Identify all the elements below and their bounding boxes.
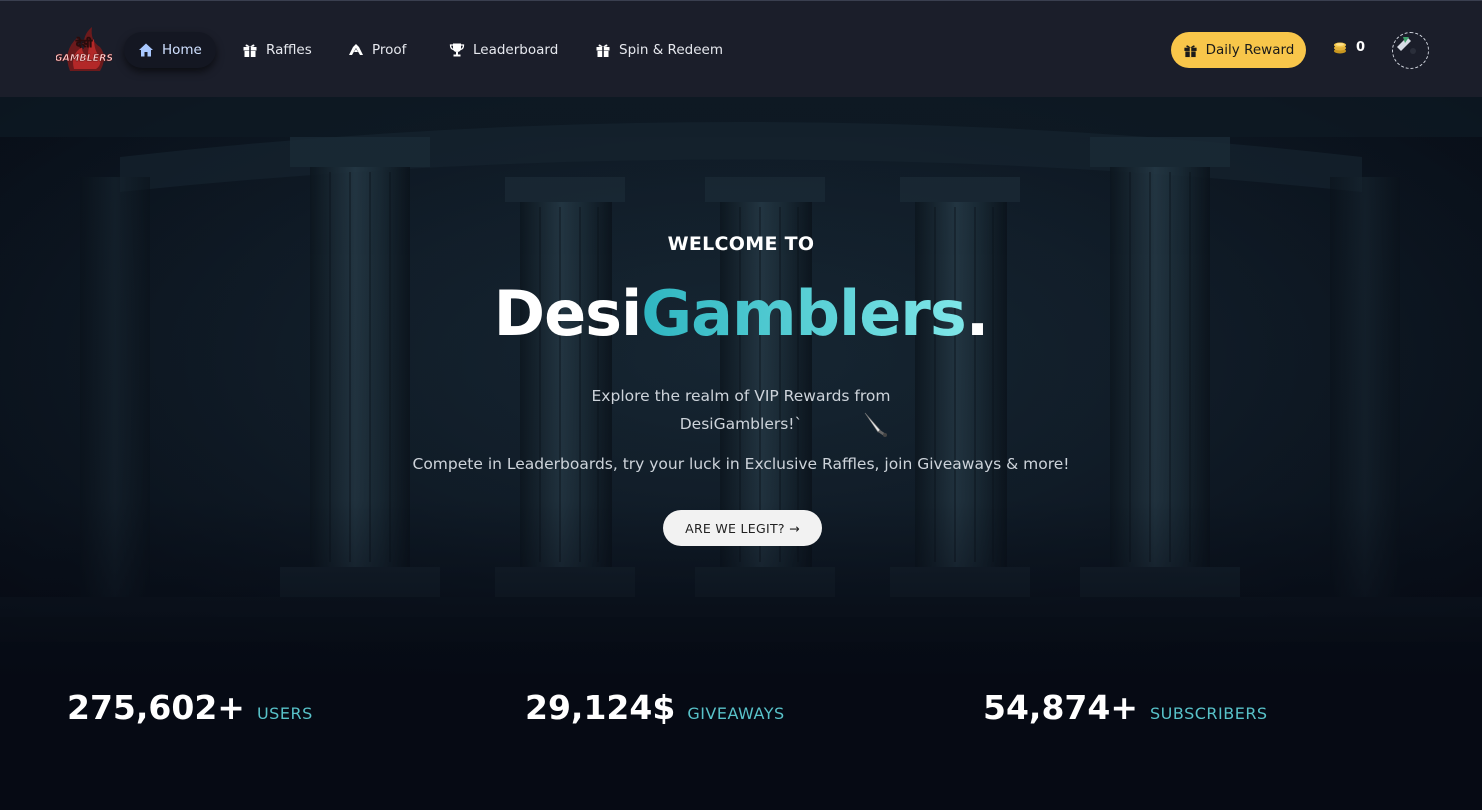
stats-bar: 275,602+ USERS 29,124$ GIVEAWAYS 54,874+… bbox=[0, 674, 1482, 810]
gift-icon bbox=[243, 44, 257, 57]
brand-title: DesiGamblers. bbox=[0, 277, 1482, 350]
brand-gamblers: Gamblers bbox=[641, 277, 966, 350]
home-icon bbox=[139, 43, 153, 57]
nav-spin-redeem-label: Spin & Redeem bbox=[619, 42, 723, 58]
coin-balance[interactable]: 0 bbox=[1332, 39, 1365, 55]
avatar[interactable] bbox=[1392, 32, 1429, 69]
top-navbar: देसी GAMBLERS Home Raffles Proof Leaderb… bbox=[0, 0, 1482, 97]
coin-count: 0 bbox=[1356, 39, 1366, 55]
svg-text:GAMBLERS: GAMBLERS bbox=[56, 53, 112, 64]
stat-users-value: 275,602+ bbox=[67, 688, 245, 727]
stat-subscribers-value: 54,874+ bbox=[983, 688, 1138, 727]
are-we-legit-button[interactable]: ARE WE LEGIT? → bbox=[663, 510, 822, 546]
welcome-heading: WELCOME TO bbox=[667, 233, 815, 255]
handshake-icon bbox=[349, 44, 363, 55]
svg-text:देसी: देसी bbox=[75, 36, 93, 50]
trophy-icon bbox=[449, 43, 465, 57]
stat-giveaways: 29,124$ GIVEAWAYS bbox=[525, 688, 785, 727]
hero-subtitle: Compete in Leaderboards, try your luck i… bbox=[412, 455, 1070, 473]
nav-leaderboard[interactable]: Leaderboard bbox=[435, 32, 572, 68]
nav-proof[interactable]: Proof bbox=[334, 32, 420, 68]
nav-raffles[interactable]: Raffles bbox=[228, 32, 326, 68]
gift-icon bbox=[1184, 44, 1197, 57]
nav-spin-redeem[interactable]: Spin & Redeem bbox=[581, 32, 737, 68]
sword-cursor-icon bbox=[864, 412, 887, 437]
avatar-image bbox=[1397, 37, 1416, 54]
daily-reward-label: Daily Reward bbox=[1205, 42, 1295, 58]
daily-reward-button[interactable]: Daily Reward bbox=[1171, 32, 1306, 68]
stat-users: 275,602+ USERS bbox=[67, 688, 313, 727]
brand-dot: . bbox=[965, 277, 990, 350]
stat-giveaways-value: 29,124$ bbox=[525, 688, 676, 727]
nav-raffles-label: Raffles bbox=[266, 42, 312, 58]
stat-subscribers-label: SUBSCRIBERS bbox=[1150, 704, 1268, 723]
site-logo[interactable]: देसी GAMBLERS bbox=[54, 23, 114, 77]
gift-icon bbox=[596, 44, 610, 57]
nav-home[interactable]: Home bbox=[124, 32, 216, 68]
hero-section: WELCOME TO DesiGamblers. Explore the rea… bbox=[0, 97, 1482, 674]
coins-icon bbox=[1334, 42, 1346, 54]
stat-users-label: USERS bbox=[256, 704, 313, 723]
brand-desi: Desi bbox=[493, 277, 643, 350]
stat-subscribers: 54,874+ SUBSCRIBERS bbox=[983, 688, 1268, 727]
nav-home-label: Home bbox=[162, 42, 202, 58]
stat-giveaways-label: GIVEAWAYS bbox=[687, 704, 785, 723]
nav-proof-label: Proof bbox=[372, 42, 407, 58]
nav-leaderboard-label: Leaderboard bbox=[473, 42, 559, 58]
